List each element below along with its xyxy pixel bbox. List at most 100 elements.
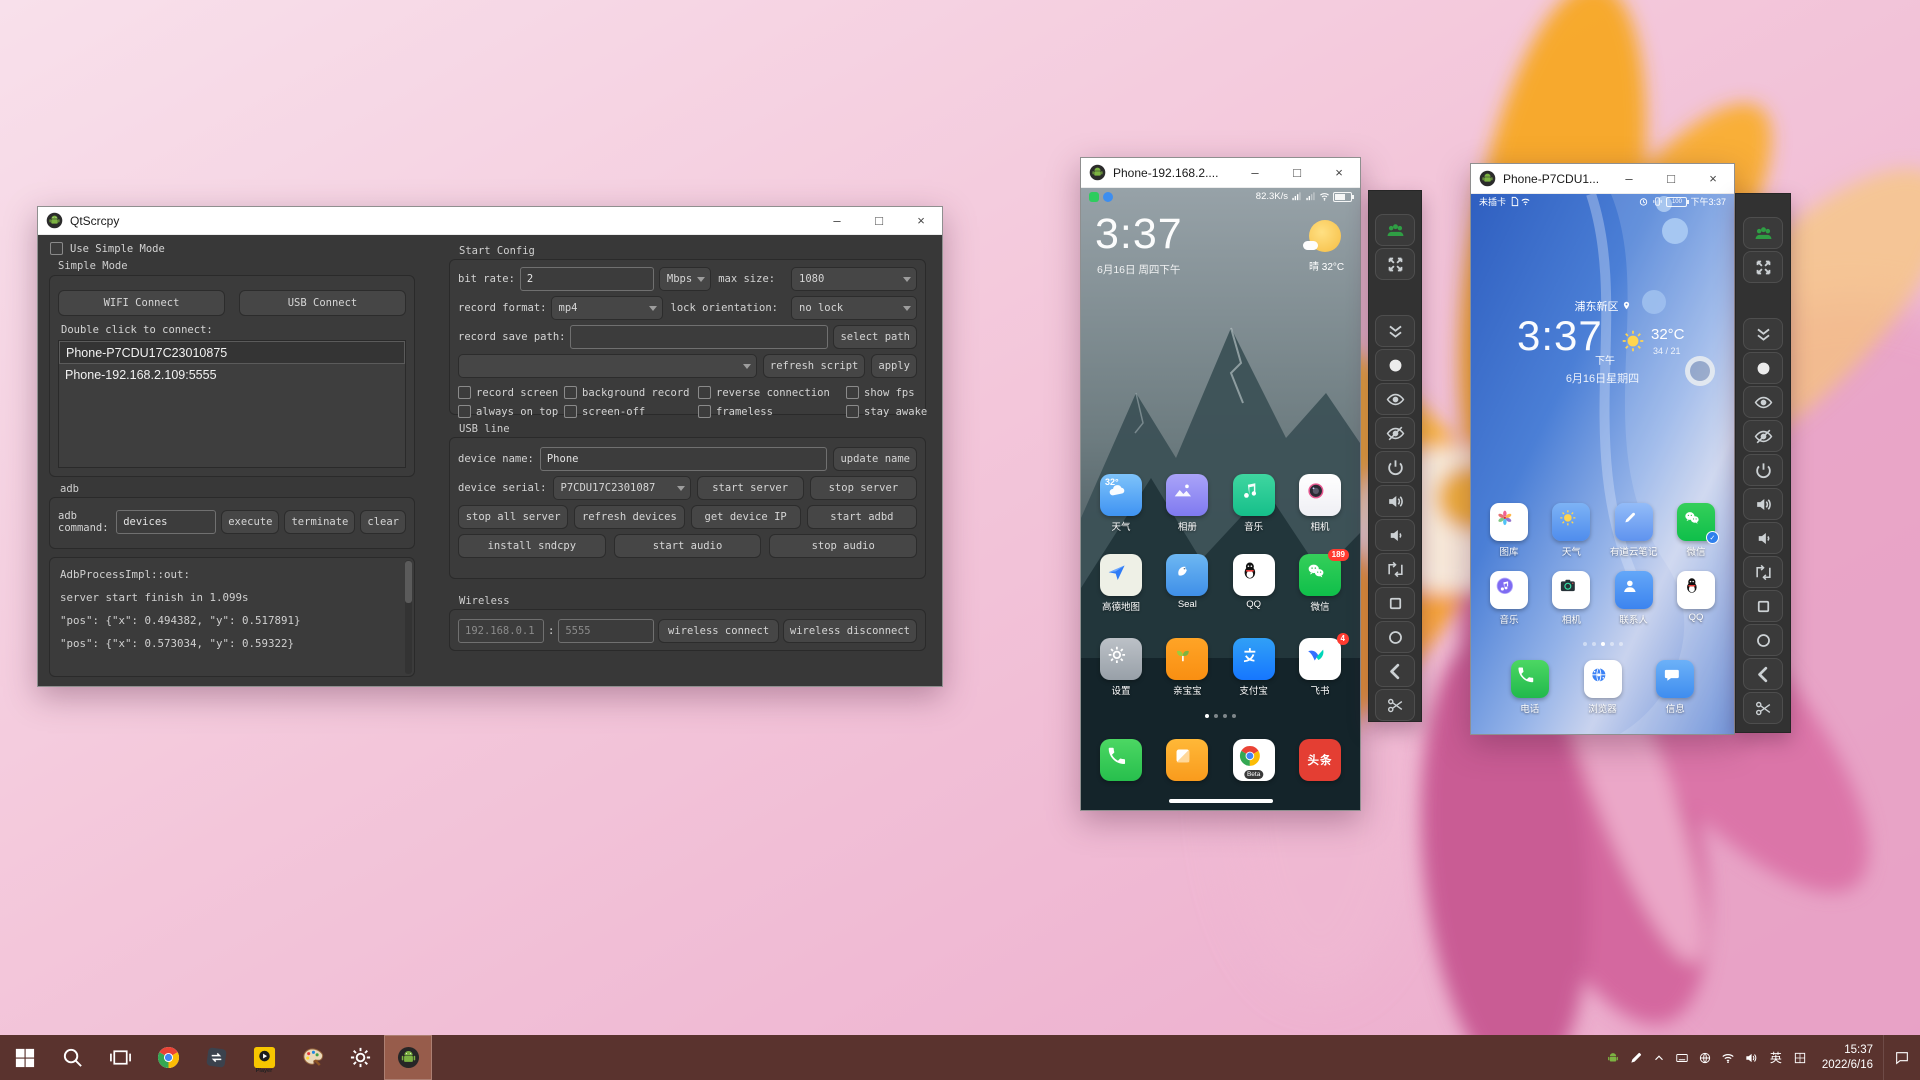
checkbox-show-fps[interactable]: show fps — [846, 386, 927, 399]
record-save-path-input[interactable] — [570, 325, 828, 349]
phone2-window[interactable]: Phone-P7CDU1... – □ × 未插卡 — [1470, 163, 1735, 735]
usb-connect-button[interactable]: USB Connect — [239, 290, 406, 316]
max-size-select[interactable]: 1080 — [791, 267, 917, 291]
select-path-button[interactable]: select path — [833, 325, 917, 349]
app-music-hw[interactable]: 音乐 — [1483, 571, 1535, 626]
expand-notification-button[interactable] — [1743, 318, 1783, 350]
refresh-devices-button[interactable]: refresh devices — [574, 505, 684, 529]
app-feishu[interactable]: 4飞书 — [1292, 638, 1348, 697]
minimize-button[interactable]: – — [816, 207, 858, 234]
app-camera[interactable]: 相机 — [1292, 474, 1348, 533]
app-music[interactable]: 音乐 — [1226, 474, 1282, 533]
stop-server-button[interactable]: stop server — [810, 476, 917, 500]
stop-audio-button[interactable]: stop audio — [769, 534, 917, 558]
home-indicator[interactable] — [1169, 799, 1273, 803]
app-qq-hw[interactable]: QQ — [1670, 571, 1722, 626]
touch-keyboard-icon[interactable] — [1671, 1035, 1694, 1080]
wireless-disconnect-button[interactable]: wireless disconnect — [783, 619, 917, 643]
volume-up-button[interactable] — [1375, 485, 1415, 517]
taskbar-clock[interactable]: 15:37 2022/6/16 — [1812, 1035, 1883, 1080]
start-audio-button[interactable]: start audio — [614, 534, 762, 558]
power-button[interactable] — [1375, 451, 1415, 483]
paint-app-button[interactable] — [288, 1035, 336, 1080]
wireless-connect-button[interactable]: wireless connect — [658, 619, 779, 643]
script-select[interactable] — [458, 354, 757, 378]
clear-button[interactable]: clear — [360, 510, 406, 534]
app-wechat[interactable]: 189微信 — [1292, 554, 1348, 613]
input-language-indicator[interactable]: 英 — [1763, 1035, 1789, 1080]
app-gallery-hw[interactable]: 图库 — [1483, 503, 1535, 558]
wireless-ip-input[interactable] — [458, 619, 544, 643]
app-settings[interactable]: 设置 — [1093, 638, 1149, 697]
device-list-item[interactable]: Phone-192.168.2.109:5555 — [59, 364, 405, 387]
expand-notification-button[interactable] — [1375, 315, 1415, 347]
qtscrcpy-titlebar[interactable]: QtScrcpy – □ × — [38, 207, 942, 235]
checkbox-record-screen[interactable]: record screen — [458, 386, 560, 399]
screen-clip-button[interactable] — [1375, 689, 1415, 721]
screenshot-button[interactable] — [1375, 349, 1415, 381]
back-button[interactable] — [1743, 658, 1783, 690]
close-button[interactable]: × — [1692, 164, 1734, 193]
phone1-screen[interactable]: 82.3K/s 3:37 6月16日 周四下午 晴 32°C 32°天气相册音乐… — [1081, 188, 1360, 810]
apply-button[interactable]: apply — [871, 354, 917, 378]
app-qinbaobao[interactable]: 亲宝宝 — [1159, 638, 1215, 697]
phone1-window[interactable]: Phone-192.168.2.... – □ × — [1080, 157, 1361, 811]
bit-rate-input[interactable] — [520, 267, 654, 291]
android-tray-icon[interactable] — [1602, 1035, 1625, 1080]
checkbox-background-record[interactable]: background record — [564, 386, 694, 399]
minimize-button[interactable]: – — [1608, 164, 1650, 193]
update-name-button[interactable]: update name — [833, 447, 917, 471]
bit-rate-unit-select[interactable]: Mbps — [659, 267, 711, 291]
app-seal[interactable]: Seal — [1159, 554, 1215, 613]
app-amap[interactable]: 高德地图 — [1093, 554, 1149, 613]
chrome-taskbar-button[interactable] — [144, 1035, 192, 1080]
phone2-screen[interactable]: 未插卡 100 下午3:37 浦东新区 3:37 下午 32°C 34 / 21… — [1471, 194, 1734, 734]
app-alipay[interactable]: 支付宝 — [1226, 638, 1282, 697]
checkbox-frameless[interactable]: frameless — [698, 405, 842, 418]
wireless-port-input[interactable] — [558, 619, 654, 643]
app-switch-button[interactable] — [1375, 587, 1415, 619]
minimize-button[interactable]: – — [1234, 158, 1276, 187]
home-button[interactable] — [1743, 624, 1783, 656]
tray-expand-icon[interactable] — [1648, 1035, 1671, 1080]
close-button[interactable]: × — [1318, 158, 1360, 187]
fullscreen-button[interactable] — [1743, 251, 1783, 283]
screen-off-button[interactable] — [1375, 417, 1415, 449]
group-control-button[interactable] — [1375, 214, 1415, 246]
back-button[interactable] — [1375, 655, 1415, 687]
network-tray-icon[interactable] — [1694, 1035, 1717, 1080]
sync-app-button[interactable] — [192, 1035, 240, 1080]
flip-screen-button[interactable] — [1375, 553, 1415, 585]
device-list-item[interactable]: Phone-P7CDU17C23010875 — [59, 341, 405, 364]
fullscreen-button[interactable] — [1375, 248, 1415, 280]
app-weather[interactable]: 32°天气 — [1093, 474, 1149, 533]
install-sndcpy-button[interactable]: install sndcpy — [458, 534, 606, 558]
flip-screen-button[interactable] — [1743, 556, 1783, 588]
maximize-button[interactable]: □ — [1650, 164, 1692, 193]
use-simple-mode-checkbox[interactable]: Use Simple Mode — [50, 242, 165, 255]
checkbox-box[interactable] — [50, 242, 63, 255]
screen-clip-button[interactable] — [1743, 692, 1783, 724]
checkbox-always-on-top[interactable]: always on top — [458, 405, 560, 418]
log-scrollbar[interactable] — [405, 560, 412, 674]
app-switch-button[interactable] — [1743, 590, 1783, 622]
volume-up-button[interactable] — [1743, 488, 1783, 520]
phone2-titlebar[interactable]: Phone-P7CDU1... – □ × — [1471, 164, 1734, 194]
screenshot-button[interactable] — [1743, 352, 1783, 384]
stop-all-server-button[interactable]: stop all server — [458, 505, 568, 529]
volume-tray-icon[interactable] — [1740, 1035, 1763, 1080]
refresh-script-button[interactable]: refresh script — [763, 354, 866, 378]
app-wechat-hw[interactable]: ✓微信 — [1670, 503, 1722, 558]
dock-browser[interactable]: 浏览器 — [1577, 660, 1629, 715]
volume-down-button[interactable] — [1375, 519, 1415, 551]
screen-on-button[interactable] — [1375, 383, 1415, 415]
checkbox-stay-awake[interactable]: stay awake — [846, 405, 927, 418]
app-qq[interactable]: QQ — [1226, 554, 1282, 613]
device-name-input[interactable] — [540, 447, 828, 471]
checkbox-reverse-connection[interactable]: reverse connection — [698, 386, 842, 399]
get-device-ip-button[interactable]: get device IP — [691, 505, 801, 529]
record-format-select[interactable]: mp4 — [551, 296, 663, 320]
volume-down-button[interactable] — [1743, 522, 1783, 554]
device-list[interactable]: Phone-P7CDU17C23010875Phone-192.168.2.10… — [58, 340, 406, 468]
power-button[interactable] — [1743, 454, 1783, 486]
